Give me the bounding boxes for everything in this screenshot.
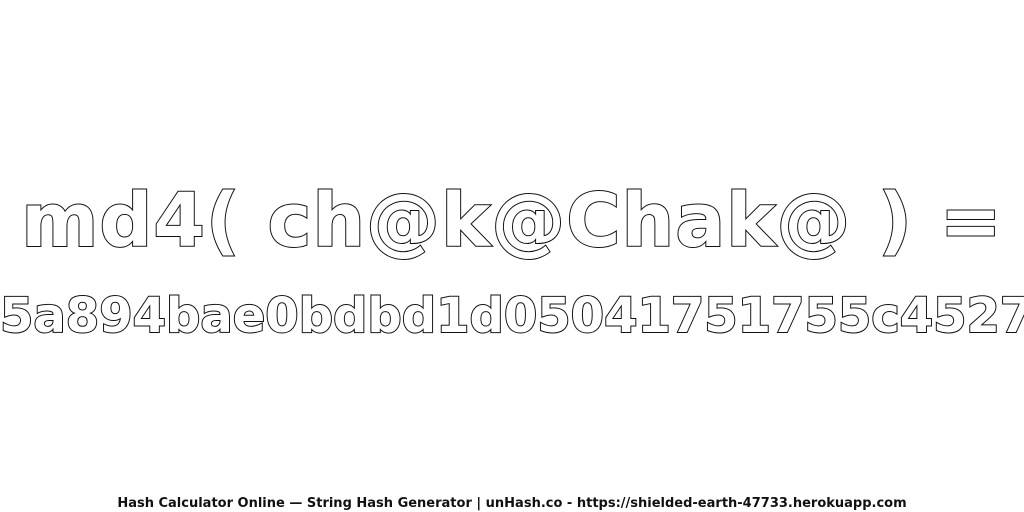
footer-credit: Hash Calculator Online — String Hash Gen… bbox=[117, 496, 907, 511]
hash-expression-title: md4( ch@k@Chak@ ) = bbox=[20, 177, 1003, 265]
hash-result-canvas: md4( ch@k@Chak@ ) = 5a894bae0bdbd1d05041… bbox=[0, 0, 1024, 512]
hash-output-value: 5a894bae0bdbd1d05041751755c45275 bbox=[0, 287, 1024, 345]
